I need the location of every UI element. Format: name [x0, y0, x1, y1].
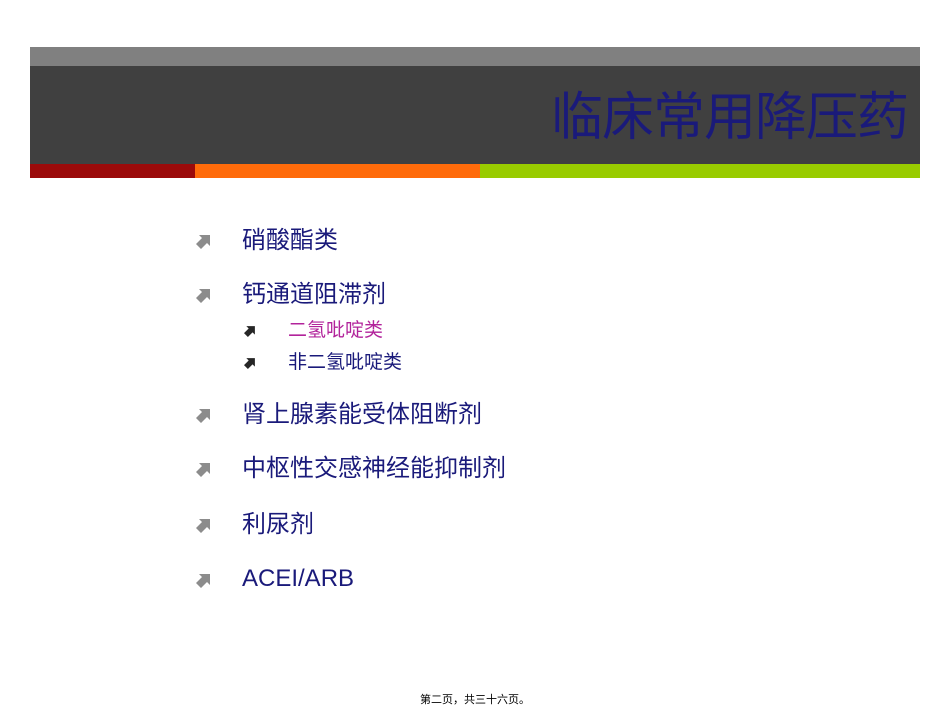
- list-item: ACEI/ARB: [196, 561, 354, 597]
- up-right-arrow-icon: [244, 355, 258, 369]
- list-item: 肾上腺素能受体阻断剂: [196, 396, 482, 432]
- list-item: 中枢性交感神经能抑制剂: [196, 450, 506, 486]
- accent-segment-green: [480, 164, 920, 178]
- bullet-list: 硝酸酯类 钙通道阻滞剂 二氢吡啶类 非二氢吡啶类 肾上腺素能受体阻断剂 中枢性交…: [196, 222, 796, 622]
- up-right-arrow-icon: [196, 405, 214, 423]
- list-item-label: 肾上腺素能受体阻断剂: [242, 400, 482, 428]
- up-right-arrow-icon: [196, 231, 214, 249]
- list-item-label: 硝酸酯类: [242, 226, 338, 254]
- accent-bar: [30, 164, 920, 178]
- sub-list-item: 非二氢吡啶类: [244, 347, 402, 377]
- up-right-arrow-icon: [196, 285, 214, 303]
- up-right-arrow-icon: [196, 459, 214, 477]
- up-right-arrow-icon: [244, 323, 258, 337]
- page-footer: 第二页，共三十六页。: [420, 693, 530, 706]
- sub-list-item-label: 非二氢吡啶类: [288, 351, 403, 373]
- list-item-label: 中枢性交感神经能抑制剂: [242, 454, 506, 482]
- list-item: 硝酸酯类: [196, 222, 338, 258]
- sub-list-item-label: 二氢吡啶类: [288, 319, 384, 341]
- up-right-arrow-icon: [196, 570, 214, 588]
- list-item-label: ACEI/ARB: [242, 565, 355, 592]
- list-item-label: 利尿剂: [242, 510, 314, 538]
- up-right-arrow-icon: [196, 515, 214, 533]
- slide-title: 临床常用降压药: [550, 88, 909, 148]
- accent-segment-red: [30, 164, 195, 178]
- accent-segment-orange: [195, 164, 480, 178]
- header-top-strip: [30, 47, 920, 66]
- list-item: 钙通道阻滞剂: [196, 276, 386, 312]
- sub-list-item: 二氢吡啶类: [244, 315, 383, 345]
- list-item: 利尿剂: [196, 506, 314, 542]
- list-item-label: 钙通道阻滞剂: [242, 280, 386, 308]
- header-band: 临床常用降压药: [30, 66, 920, 164]
